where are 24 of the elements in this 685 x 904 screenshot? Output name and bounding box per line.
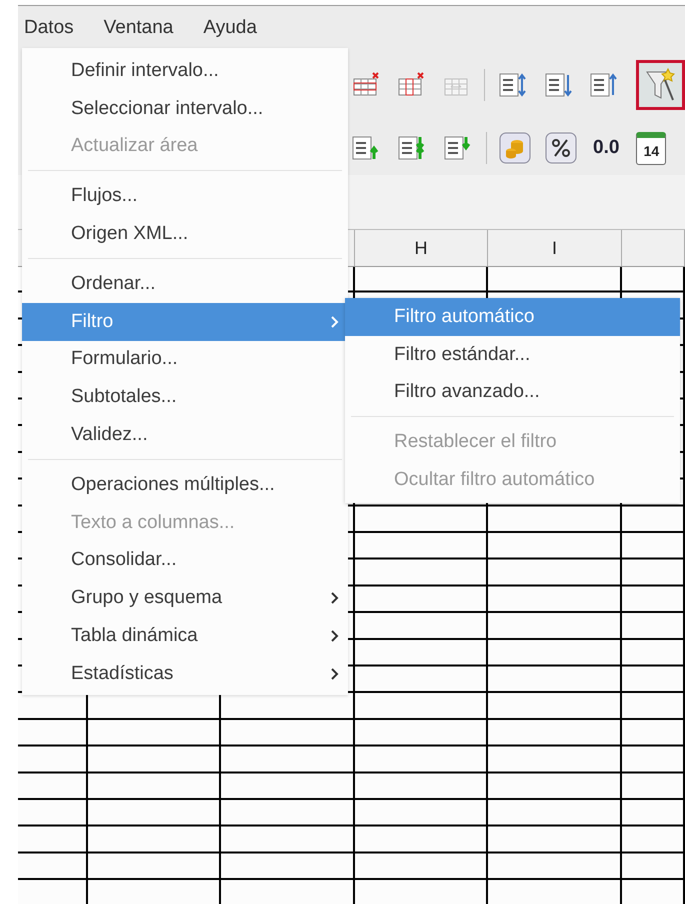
menu-item[interactable]: Tabla dinámica <box>22 617 348 655</box>
menu-item[interactable]: Seleccionar intervalo... <box>22 90 348 128</box>
menu-item[interactable]: Filtro avanzado... <box>345 374 680 412</box>
menu-item[interactable]: Grupo y esquema <box>22 579 348 618</box>
menu-bar-item[interactable]: Datos <box>24 16 74 38</box>
menu-item[interactable]: Flujos... <box>22 177 348 216</box>
column-header[interactable]: H <box>355 230 488 266</box>
menu-item[interactable]: Consolidar... <box>22 542 348 580</box>
coins-icon <box>499 132 531 164</box>
column-header[interactable]: I <box>488 230 622 266</box>
menu-item[interactable]: Subtotales... <box>22 378 348 416</box>
percent-icon <box>545 132 577 164</box>
menu-item[interactable]: Formulario... <box>22 340 348 378</box>
menu-bar-item[interactable]: Ventana <box>104 16 174 38</box>
toolbar-button[interactable] <box>636 60 685 110</box>
menu-item[interactable]: Definir intervalo... <box>22 52 348 90</box>
menu-item[interactable]: Operaciones múltiples... <box>22 466 348 504</box>
menu-bar-item[interactable]: Ayuda <box>203 16 257 38</box>
menu-item[interactable]: Ordenar... <box>22 264 348 303</box>
menu-item[interactable]: Estadísticas <box>22 654 348 693</box>
menu-item[interactable]: Filtro estándar... <box>345 336 680 374</box>
menu-item[interactable]: Origen XML... <box>22 215 348 253</box>
menu-item[interactable]: Validez... <box>22 416 348 454</box>
number-format-button[interactable]: 0.0 <box>589 137 624 159</box>
